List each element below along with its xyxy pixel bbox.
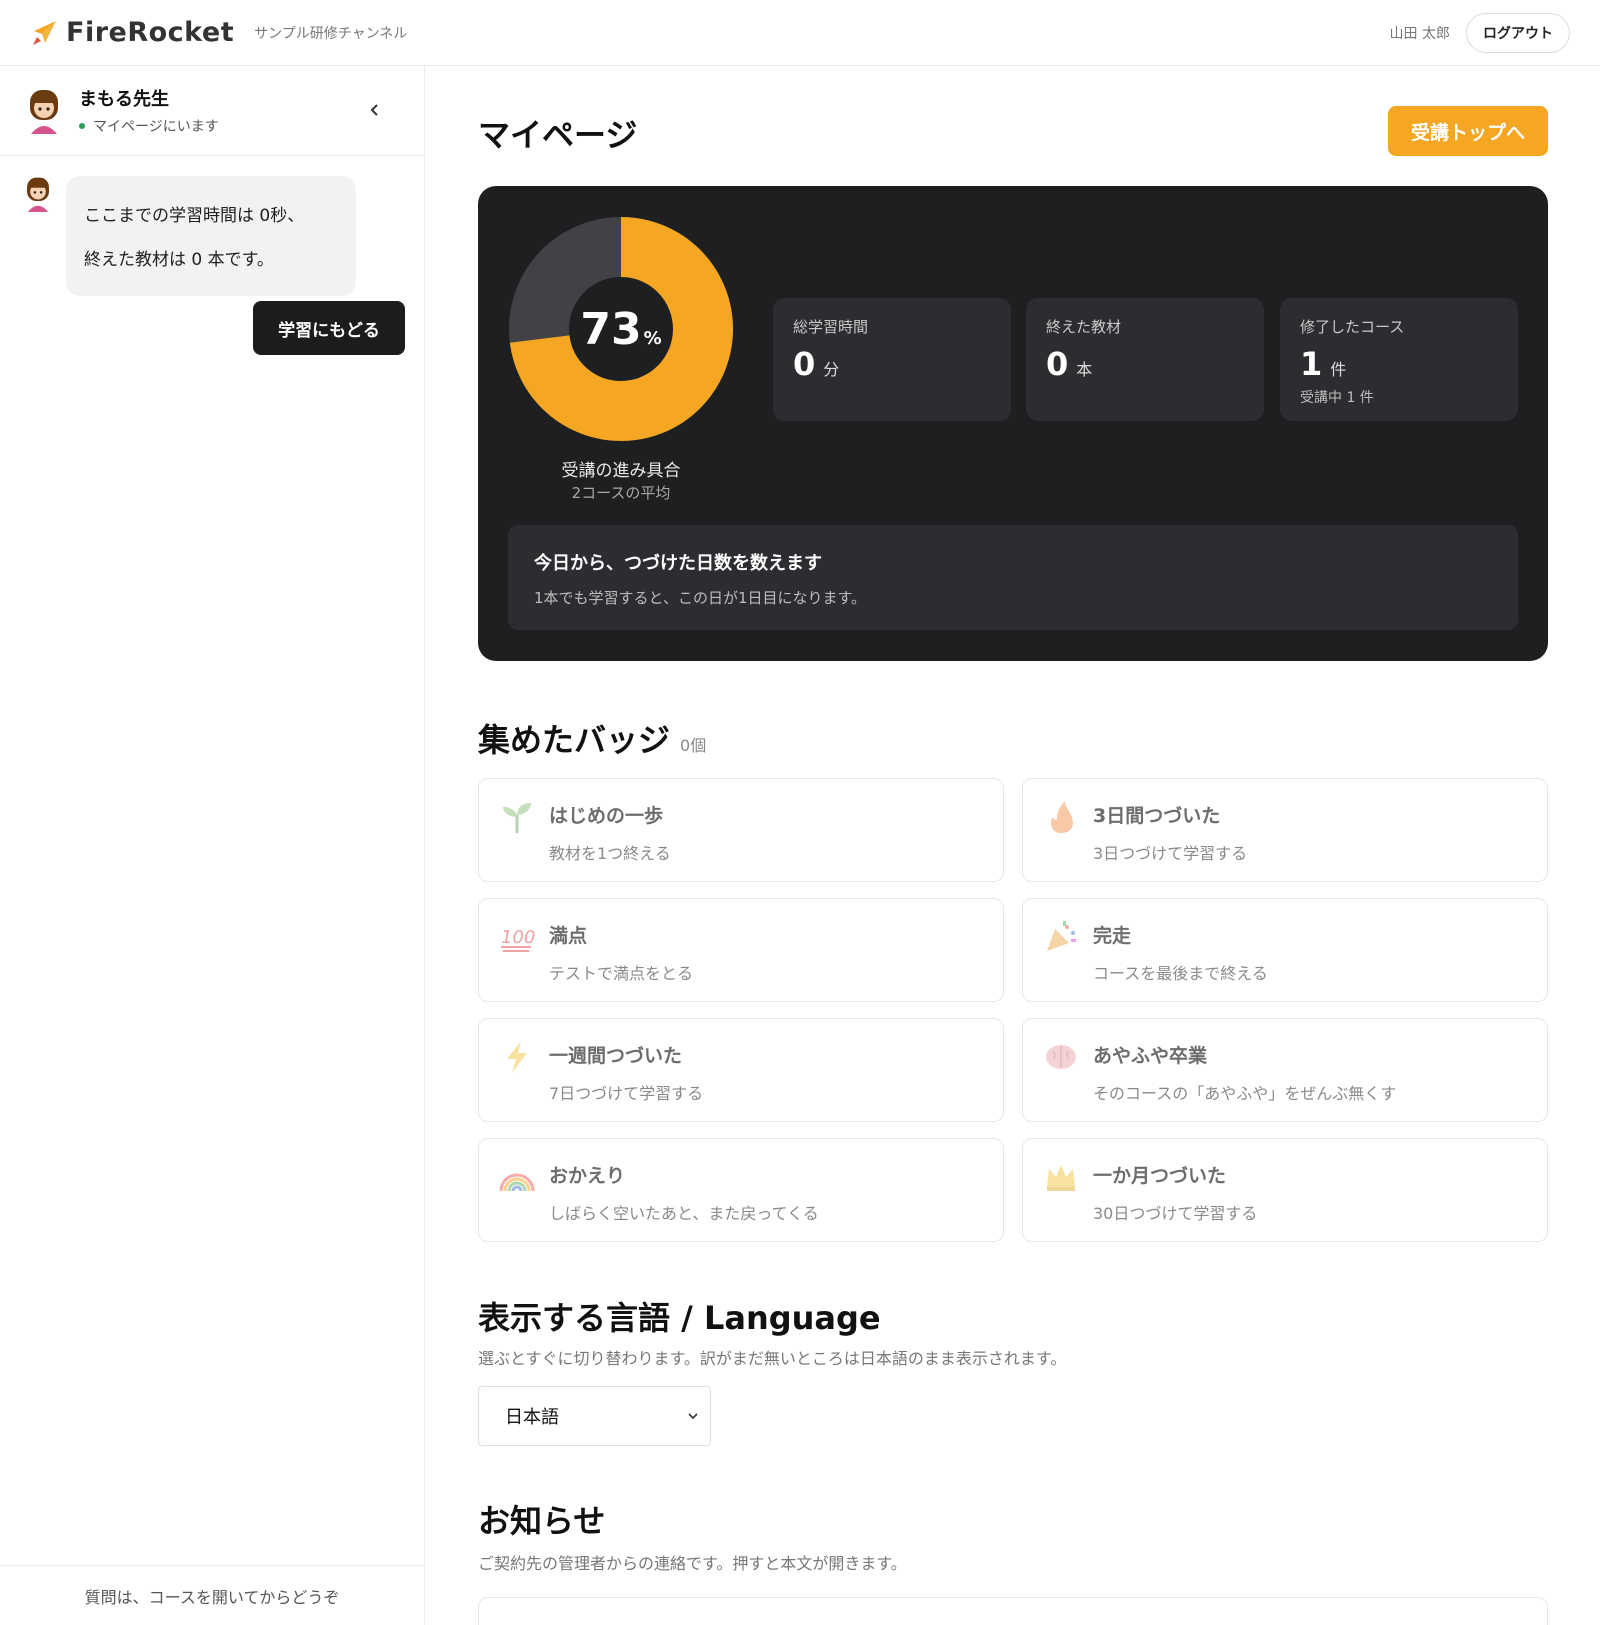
badge-desc: 30日つづけて学習する	[1093, 1204, 1258, 1223]
chevron-down-icon	[688, 1413, 698, 1420]
stat-label: 総学習時間	[793, 318, 869, 336]
streak-title: 今日から、つづけた日数を数えます	[534, 553, 822, 574]
chat-message: ここまでの学習時間は 0秒、 終えた教材は 0 本です。	[24, 176, 356, 296]
notices-desc: ご契約先の管理者からの連絡です。押すと本文が開きます。	[478, 1554, 907, 1573]
badge-desc: 7日つづけて学習する	[549, 1084, 704, 1103]
teacher-status: マイページにいます	[79, 116, 219, 136]
assistant-sidebar: まもる先生 マイページにいます ここまでの学習時間は 0秒、 終えた教材は 0 …	[0, 66, 425, 1625]
stat-label: 修了したコース	[1300, 318, 1405, 336]
badge-name: 3日間つづいた	[1093, 805, 1221, 827]
seedling-icon	[499, 799, 535, 835]
chat-line-1: ここまでの学習時間は 0秒、	[84, 206, 305, 226]
badge-desc: 3日つづけて学習する	[1093, 844, 1248, 863]
badge-desc: コースを最後まで終える	[1093, 964, 1268, 983]
party-popper-icon	[1043, 919, 1079, 955]
streak-desc: 1本でも学習すると、この日が1日目になります。	[534, 589, 866, 607]
badge-name: 一か月つづいた	[1093, 1165, 1227, 1187]
badge-name: はじめの一歩	[549, 805, 664, 827]
chat-bubble: ここまでの学習時間は 0秒、 終えた教材は 0 本です。	[66, 176, 356, 296]
badges-title: 集めたバッジ 0個	[478, 715, 706, 761]
badge-desc: しばらく空いたあと、また戻ってくる	[549, 1204, 819, 1223]
chevron-left-icon	[370, 104, 378, 116]
brand-name: FireRocket	[66, 17, 235, 48]
rocket-logo-icon	[33, 20, 56, 45]
badge-name: 満点	[549, 925, 588, 947]
stat-card-total-time: 総学習時間 0 分	[773, 298, 1011, 421]
stat-card-completed-courses: 修了したコース 1 件 受講中 1 件	[1280, 298, 1518, 421]
stats-panel: 73 % 受講の進み具合 2コースの平均 総学習時間 0 分 終えた教材 0 本…	[478, 186, 1548, 661]
badge-desc: 教材を1つ終える	[549, 844, 671, 863]
badge-card: おかえりしばらく空いたあと、また戻ってくる	[478, 1138, 1004, 1242]
notices-title: お知らせ	[478, 1502, 606, 1540]
language-desc: 選ぶとすぐに切り替わります。訳がまだ無いところは日本語のまま表示されます。	[478, 1349, 1067, 1368]
chat-line-2: 終えた教材は 0 本です。	[84, 250, 274, 270]
rainbow-icon	[499, 1159, 535, 1195]
badge-card: あやふや卒業そのコースの「あやふや」をぜんぶ無くす	[1022, 1018, 1548, 1122]
stat-unit: 分	[823, 360, 840, 379]
language-select[interactable]: 日本語	[478, 1386, 711, 1446]
badges-count: 0個	[680, 736, 707, 755]
stat-value: 1	[1300, 345, 1323, 383]
stat-card-finished-materials: 終えた教材 0 本	[1026, 298, 1264, 421]
stat-unit: 件	[1330, 360, 1347, 379]
badge-card: 一か月つづいた 30日つづけて学習する	[1022, 1138, 1548, 1242]
online-dot-icon	[79, 123, 85, 129]
badge-name: あやふや卒業	[1093, 1045, 1208, 1067]
sidebar-footer-hint: 質問は、コースを開いてからどうぞ	[0, 1565, 424, 1625]
badges-title-text: 集めたバッジ	[478, 721, 671, 759]
badge-card: 100 満点テストで満点をとる	[478, 898, 1004, 1002]
hundred-points-icon: 100	[499, 919, 535, 955]
teacher-avatar	[30, 89, 58, 134]
badge-name: おかえり	[549, 1165, 626, 1187]
progress-label: 受講の進み具合	[561, 461, 681, 481]
stat-label: 終えた教材	[1046, 318, 1122, 336]
channel-name: サンプル研修チャンネル	[254, 25, 408, 42]
streak-box: 今日から、つづけた日数を数えます 1本でも学習すると、この日が1日目になります。	[508, 525, 1518, 630]
back-to-learning-button[interactable]: 学習にもどる	[253, 301, 405, 355]
lightning-icon	[499, 1039, 535, 1075]
badge-card: 一週間つづいた 7日つづけて学習する	[478, 1018, 1004, 1122]
language-title: 表示する言語 / Language	[478, 1299, 881, 1337]
brain-icon	[1043, 1039, 1079, 1075]
status-text: マイページにいます	[93, 119, 219, 135]
fire-icon	[1043, 799, 1079, 835]
teacher-name: まもる先生	[79, 89, 169, 110]
badge-desc: そのコースの「あやふや」をぜんぶ無くす	[1093, 1084, 1397, 1103]
svg-text:100: 100	[501, 927, 535, 948]
badge-card: 完走コースを最後まで終える	[1022, 898, 1548, 1002]
teacher-avatar-small	[27, 177, 49, 212]
notice-list[interactable]	[478, 1597, 1548, 1625]
progress-percent-unit: %	[643, 327, 662, 349]
stat-unit: 本	[1076, 360, 1093, 379]
page-title: マイページ	[478, 116, 638, 154]
stat-note: 受講中 1 件	[1300, 390, 1374, 406]
sidebar-header: まもる先生 マイページにいます	[0, 66, 424, 156]
top-header: FireRocket サンプル研修チャンネル 山田 太郎 ログアウト	[0, 0, 1600, 66]
progress-percent: 73 %	[508, 216, 734, 442]
progress-sub: 2コースの平均	[571, 484, 671, 502]
stat-value: 0	[793, 345, 816, 383]
badge-card: はじめの一歩 教材を1つ終える	[478, 778, 1004, 882]
logout-button[interactable]: ログアウト	[1466, 12, 1570, 53]
language-selected: 日本語	[505, 1407, 559, 1428]
progress-percent-value: 73	[580, 303, 642, 355]
progress-ring: 73 %	[508, 216, 734, 442]
badge-desc: テストで満点をとる	[549, 964, 694, 983]
course-top-button[interactable]: 受講トップへ	[1388, 106, 1548, 156]
badge-card: 3日間つづいた 3日つづけて学習する	[1022, 778, 1548, 882]
badge-name: 一週間つづいた	[549, 1045, 683, 1067]
stat-value: 0	[1046, 345, 1069, 383]
collapse-sidebar-button[interactable]	[362, 97, 388, 123]
crown-icon	[1043, 1159, 1079, 1195]
user-name: 山田 太郎	[1389, 25, 1450, 42]
badge-name: 完走	[1093, 925, 1132, 947]
brand[interactable]: FireRocket サンプル研修チャンネル	[30, 17, 407, 48]
